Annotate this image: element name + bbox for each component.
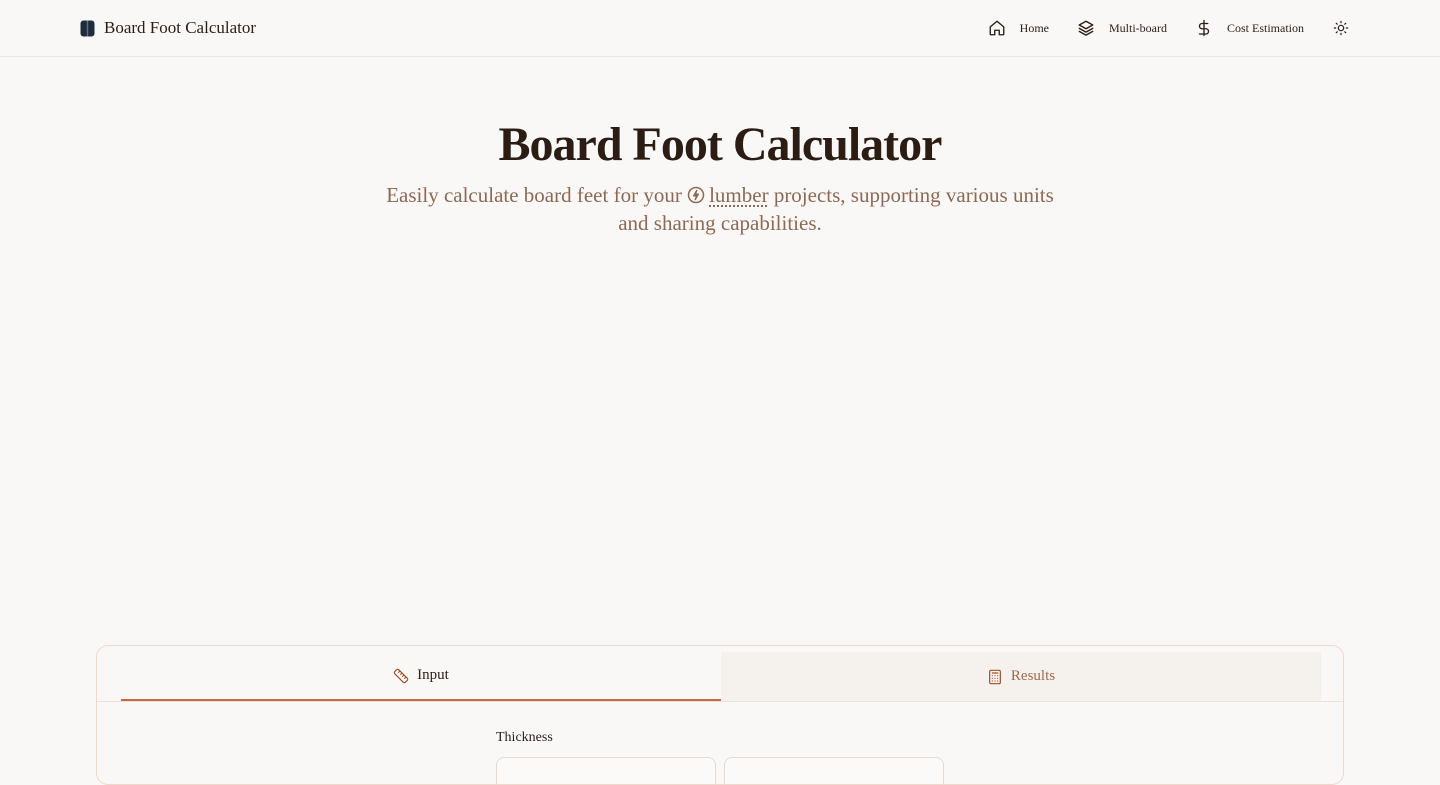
dollar-icon (1198, 19, 1210, 37)
top-header: Board Foot Calculator Home Multi-board C… (0, 0, 1440, 57)
layers-icon (1078, 20, 1094, 36)
brand-title: Board Foot Calculator (104, 18, 257, 37)
nav-multi-board-label: Multi-board (1108, 20, 1167, 35)
brand[interactable]: Board Foot Calculator (80, 17, 256, 39)
tab-results[interactable]: Results (721, 652, 1321, 701)
main-nav: Home Multi-board Cost Estimation (988, 17, 1350, 39)
nav-cost-estimation[interactable]: Cost Estimation (1195, 19, 1304, 37)
lightning-circle-icon (687, 186, 705, 204)
subtitle-text-start: Easily calculate board feet for your (386, 183, 682, 207)
subtitle-text-end: projects, supporting various units and s… (618, 183, 1054, 235)
ruler-icon (393, 668, 409, 683)
calculator-card: Input Results Thickness (96, 645, 1344, 785)
tab-input-label: Input (417, 667, 449, 683)
nav-home-label: Home (1019, 20, 1049, 35)
calculator-icon (988, 669, 1001, 684)
page-subtitle: Easily calculate board feet for your lum… (370, 181, 1070, 237)
thickness-value-input[interactable] (496, 757, 716, 784)
nav-cost-estimation-label: Cost Estimation (1226, 20, 1304, 35)
nav-home[interactable]: Home (988, 19, 1049, 37)
tab-results-label: Results (1010, 668, 1056, 684)
sun-icon (1333, 20, 1349, 36)
thickness-unit-select[interactable] (724, 757, 944, 784)
board-logo-icon (80, 20, 95, 36)
page-title: Board Foot Calculator (498, 118, 943, 171)
nav-multi-board[interactable]: Multi-board (1077, 19, 1167, 37)
thickness-label: Thickness (496, 730, 553, 745)
calculator-tabs: Input Results (97, 646, 1343, 702)
home-icon (989, 20, 1005, 36)
lumber-link[interactable]: lumber (709, 183, 768, 207)
tab-input[interactable]: Input (121, 652, 721, 701)
theme-toggle-button[interactable] (1332, 19, 1350, 37)
